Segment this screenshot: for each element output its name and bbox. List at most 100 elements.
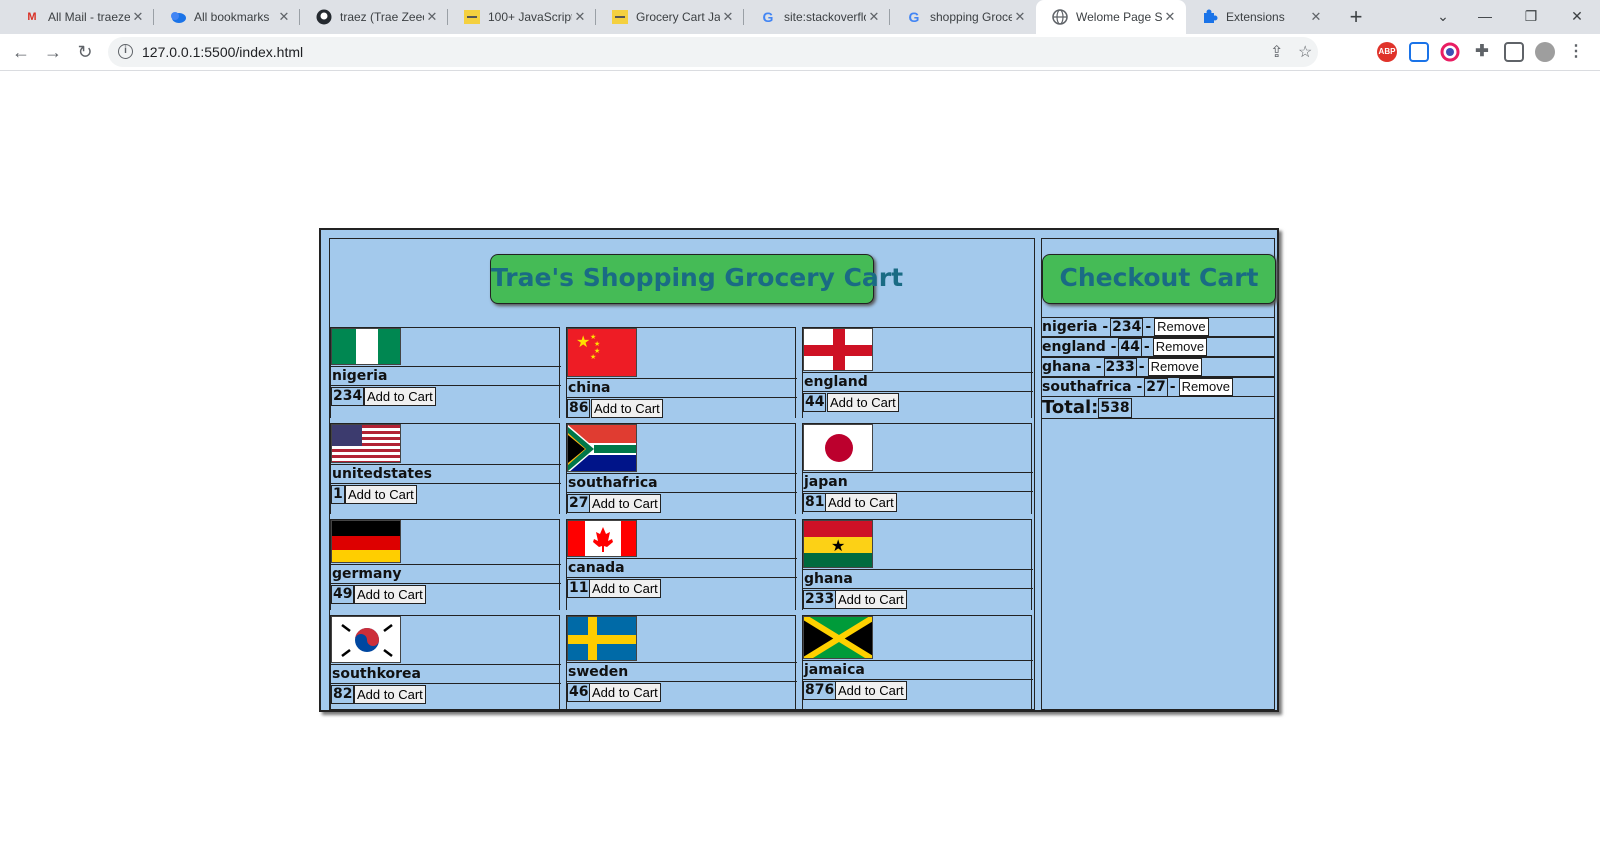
github-icon xyxy=(316,9,332,25)
address-bar[interactable]: i 127.0.0.1:5500/index.html ⇪ ☆ xyxy=(108,37,1318,67)
row-divider xyxy=(803,372,1033,373)
product-price: 234 xyxy=(331,387,365,406)
unitedstates-flag xyxy=(331,424,401,463)
row-divider xyxy=(331,683,561,684)
remove-button[interactable]: Remove xyxy=(1178,378,1233,396)
tab-title: site:stackoverflo xyxy=(784,10,866,24)
remove-button[interactable]: Remove xyxy=(1154,318,1209,336)
google-icon: G xyxy=(762,9,774,25)
add-to-cart-button[interactable]: Add to Cart xyxy=(364,387,436,406)
share-icon[interactable]: ⇪ xyxy=(1270,42,1283,62)
reload-icon[interactable]: ↻ xyxy=(72,39,98,65)
dash: - xyxy=(1136,379,1143,395)
cart-title: Checkout Cart xyxy=(1042,254,1276,304)
add-to-cart-button[interactable]: Add to Cart xyxy=(589,494,661,513)
product-name: nigeria xyxy=(332,368,388,384)
close-tab-icon[interactable]: ✕ xyxy=(866,9,882,25)
product-card-england: england 44 Add to Cart xyxy=(802,327,1033,418)
product-price: 44 xyxy=(803,393,827,412)
close-tab-icon[interactable]: ✕ xyxy=(1012,9,1028,25)
cart-total: Total: 538 xyxy=(1042,397,1274,419)
avatar[interactable] xyxy=(1535,42,1555,62)
tab-title: 100+ JavaScript xyxy=(488,10,572,24)
product-name: canada xyxy=(568,560,625,576)
product-price: 27 xyxy=(567,494,591,513)
product-card-china: ★ ★ ★ ★ ★ china 86 Add to Cart xyxy=(566,327,797,418)
close-tab-icon[interactable]: ✕ xyxy=(1162,9,1178,25)
row-divider xyxy=(331,483,561,484)
cart-item-price: 233 xyxy=(1103,357,1137,377)
tab-javascript[interactable]: 100+ JavaScript ✕ xyxy=(448,0,596,34)
tab-title: Extensions xyxy=(1226,10,1285,24)
cart-item-name: nigeria xyxy=(1042,319,1098,335)
tab-grocery-cart[interactable]: Grocery Cart Ja ✕ xyxy=(596,0,744,34)
add-to-cart-button[interactable]: Add to Cart xyxy=(589,579,661,598)
tab-welcome-page[interactable]: Welome Page S ✕ xyxy=(1036,0,1186,34)
site-info-icon[interactable]: i xyxy=(118,44,133,59)
svg-text:★: ★ xyxy=(590,333,596,341)
product-card-jamaica: jamaica 876 Add to Cart xyxy=(802,615,1033,711)
product-price: 1 xyxy=(331,485,345,504)
close-tab-icon[interactable]: ✕ xyxy=(424,9,440,25)
tab-extensions[interactable]: Extensions ✕ xyxy=(1186,0,1332,34)
product-price: 82 xyxy=(331,685,355,704)
add-to-cart-button[interactable]: Add to Cart xyxy=(827,393,899,412)
add-to-cart-button[interactable]: Add to Cart xyxy=(354,585,426,604)
color-picker-icon[interactable] xyxy=(1440,42,1460,62)
close-window-icon[interactable]: ✕ xyxy=(1554,0,1600,34)
adblock-icon[interactable]: ABP xyxy=(1377,42,1397,62)
globe-icon xyxy=(1052,9,1068,25)
side-panel-icon[interactable] xyxy=(1504,42,1524,62)
tab-stackoverflow-search[interactable]: G site:stackoverflo ✕ xyxy=(744,0,890,34)
close-tab-icon[interactable]: ✕ xyxy=(1308,9,1324,25)
tab-github[interactable]: traez (Trae Zeeo ✕ xyxy=(300,0,448,34)
dash: - xyxy=(1138,359,1145,375)
remove-button[interactable]: Remove xyxy=(1152,338,1208,356)
tab-shopping-search[interactable]: G shopping Groce ✕ xyxy=(890,0,1036,34)
add-to-cart-button[interactable]: Add to Cart xyxy=(825,493,897,512)
product-name: jamaica xyxy=(804,662,865,678)
close-tab-icon[interactable]: ✕ xyxy=(572,9,588,25)
row-divider xyxy=(803,491,1033,492)
url-text[interactable]: 127.0.0.1:5500/index.html xyxy=(142,44,303,60)
restore-icon[interactable]: ❐ xyxy=(1508,0,1554,34)
extension-icon[interactable] xyxy=(1409,42,1429,62)
row-divider xyxy=(331,664,561,665)
close-tab-icon[interactable]: ✕ xyxy=(720,9,736,25)
add-to-cart-button[interactable]: Add to Cart xyxy=(345,485,417,504)
product-price: 81 xyxy=(803,493,827,512)
add-to-cart-button[interactable]: Add to Cart xyxy=(591,399,663,418)
puzzle-icon[interactable]: ✚ xyxy=(1472,42,1492,62)
jamaica-flag xyxy=(803,616,873,659)
bookmark-star-icon[interactable]: ☆ xyxy=(1298,42,1312,62)
add-to-cart-button[interactable]: Add to Cart xyxy=(354,685,426,704)
cart-item: nigeria - 234- Remove xyxy=(1042,317,1274,337)
row-divider xyxy=(567,558,797,559)
product-card-ghana: ★ ghana 233 Add to Cart xyxy=(802,519,1033,610)
close-tab-icon[interactable]: ✕ xyxy=(130,9,146,25)
row-divider xyxy=(567,492,797,493)
forward-icon[interactable]: → xyxy=(40,39,66,65)
row-divider xyxy=(803,472,1033,473)
row-divider xyxy=(567,577,797,578)
germany-flag xyxy=(331,520,401,563)
menu-icon[interactable]: ⋮ xyxy=(1566,42,1586,62)
minimize-icon[interactable]: — xyxy=(1462,0,1508,34)
row-divider xyxy=(567,662,797,663)
product-name: germany xyxy=(332,566,402,582)
add-to-cart-button[interactable]: Add to Cart xyxy=(835,590,907,609)
svg-text:★: ★ xyxy=(594,340,600,348)
close-tab-icon[interactable]: ✕ xyxy=(276,9,292,25)
tab-gmail[interactable]: M All Mail - traeze ✕ xyxy=(8,0,154,34)
remove-button[interactable]: Remove xyxy=(1147,358,1203,376)
back-icon[interactable]: ← xyxy=(8,39,34,65)
dash: - xyxy=(1102,319,1109,335)
tab-title: All bookmarks xyxy=(194,10,270,24)
add-to-cart-button[interactable]: Add to Cart xyxy=(589,683,661,702)
new-tab-icon[interactable]: + xyxy=(1342,4,1370,30)
tab-search-icon[interactable]: ⌄ xyxy=(1420,0,1466,34)
puzzle-icon xyxy=(1202,9,1218,25)
add-to-cart-button[interactable]: Add to Cart xyxy=(835,681,907,700)
dash: - xyxy=(1095,359,1102,375)
tab-bookmarks[interactable]: All bookmarks ✕ xyxy=(154,0,300,34)
